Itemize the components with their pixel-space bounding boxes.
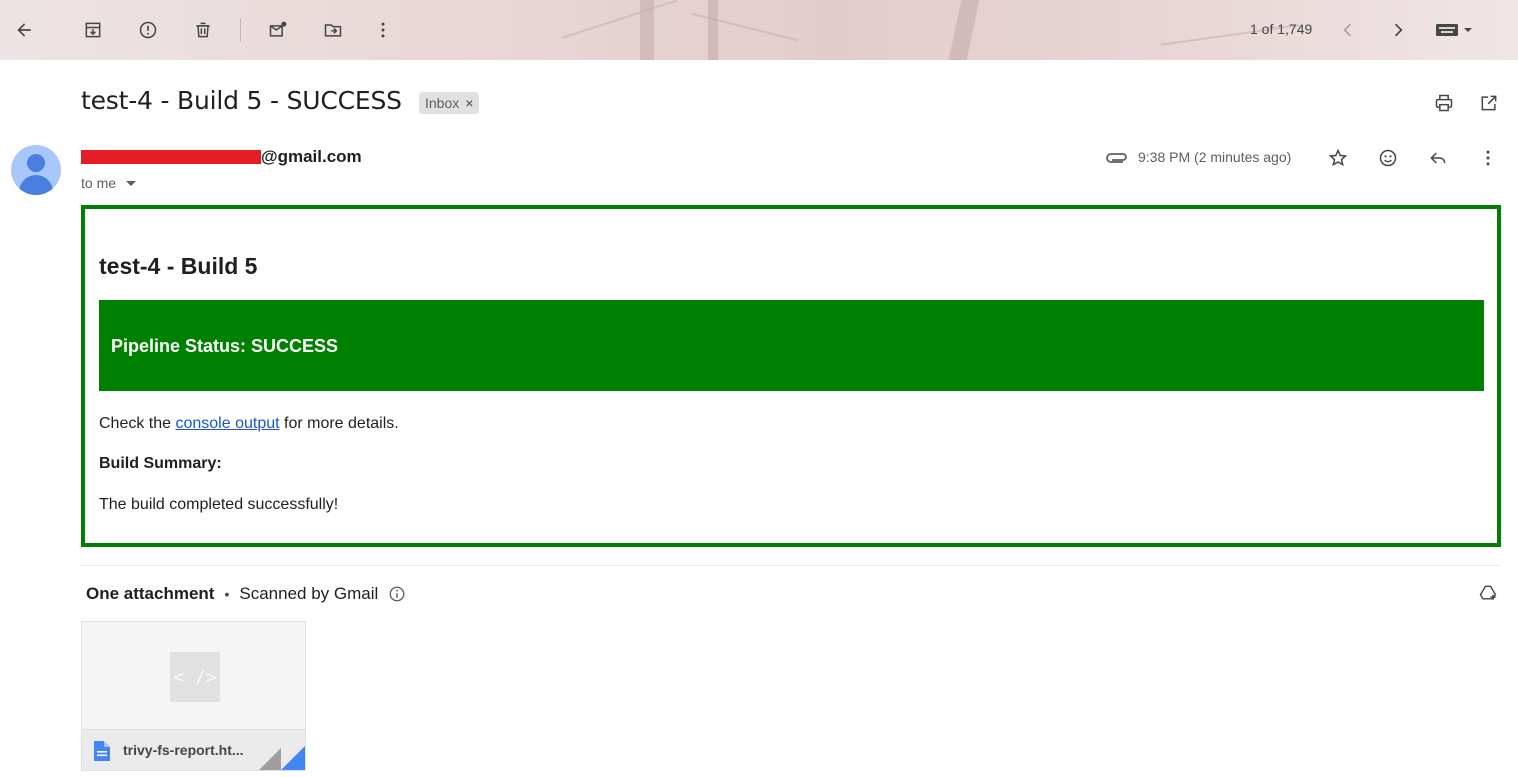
attachment-file-name: trivy-fs-report.ht... — [123, 742, 244, 758]
delete-icon — [196, 22, 210, 38]
input-tools-button[interactable] — [1430, 14, 1478, 46]
back-button[interactable] — [8, 14, 40, 46]
open-new-window-button[interactable] — [1475, 89, 1503, 117]
avatar-body — [19, 175, 53, 195]
toolbar: 1 of 1,749 — [0, 0, 1518, 60]
star-icon — [1328, 148, 1348, 167]
message-counter: 1 of 1,749 — [1250, 21, 1313, 37]
toolbar-divider — [240, 18, 241, 42]
email-time: 9:38 PM (2 minutes ago) — [1138, 149, 1292, 165]
label-chip-inbox[interactable]: Inbox × — [419, 92, 480, 114]
newer-button[interactable] — [1332, 14, 1364, 46]
chevron-right-icon — [1394, 23, 1403, 37]
attachment-card[interactable]: < /> trivy-fs-report.ht... — [81, 621, 306, 771]
chevron-down-icon — [126, 180, 137, 186]
background-branch — [562, 0, 678, 39]
mark-unread-button[interactable] — [262, 14, 294, 46]
email-body: test-4 - Build 5 Pipeline Status: SUCCES… — [81, 205, 1501, 547]
message-more-button[interactable] — [1474, 144, 1502, 172]
sender-email[interactable]: @gmail.com — [81, 147, 362, 167]
sender-avatar[interactable] — [11, 145, 61, 195]
older-button[interactable] — [1382, 14, 1414, 46]
back-arrow-icon — [17, 23, 31, 37]
avatar-head — [27, 154, 45, 172]
corner-fold — [281, 746, 305, 770]
keyboard-icon — [1436, 24, 1472, 36]
more-vert-icon — [381, 22, 385, 38]
open-in-new-icon — [1481, 95, 1497, 111]
move-to-icon — [324, 24, 342, 37]
body-title: test-4 - Build 5 — [99, 253, 258, 279]
recipient-details[interactable]: to me — [81, 175, 137, 191]
status-banner: Pipeline Status: SUCCESS — [99, 300, 1484, 391]
background-tree — [948, 0, 980, 60]
attachments-divider — [81, 565, 1501, 566]
star-button[interactable] — [1324, 144, 1352, 172]
redaction-bar — [81, 150, 261, 164]
email-subject: test-4 - Build 5 - SUCCESS — [81, 86, 402, 115]
code-file-icon: < /> — [170, 652, 220, 702]
sender-email-suffix: @gmail.com — [261, 147, 362, 166]
chevron-left-icon — [1343, 23, 1352, 37]
remove-label-button[interactable]: × — [465, 95, 473, 111]
archive-button[interactable] — [77, 14, 109, 46]
document-icon — [94, 741, 110, 761]
console-line-prefix: Check the — [99, 415, 176, 432]
build-summary-heading: Build Summary: — [99, 455, 222, 472]
separator-dot: • — [224, 586, 230, 602]
label-text: Inbox — [425, 95, 460, 111]
report-spam-icon — [139, 21, 157, 39]
attachments-header: One attachment • Scanned by Gmail — [86, 584, 406, 604]
reply-button[interactable] — [1424, 144, 1452, 172]
emoji-icon — [1379, 149, 1397, 167]
print-all-button[interactable] — [1430, 89, 1458, 117]
add-to-drive-icon — [1479, 585, 1497, 600]
add-to-drive-button[interactable] — [1474, 579, 1502, 607]
reply-icon — [1430, 152, 1446, 164]
info-icon[interactable] — [388, 585, 406, 603]
emoji-reaction-button[interactable] — [1374, 144, 1402, 172]
print-icon — [1435, 94, 1453, 112]
corner-fold-shadow — [259, 748, 281, 770]
console-line-suffix: for more details. — [279, 415, 399, 432]
background-tree — [708, 0, 718, 60]
more-options-button[interactable] — [367, 14, 399, 46]
build-summary-text: The build completed successfully! — [99, 496, 339, 513]
attachment-preview: < /> — [82, 622, 305, 729]
mark-unread-icon — [269, 21, 287, 37]
move-to-button[interactable] — [317, 14, 349, 46]
archive-icon — [85, 22, 101, 38]
scanned-label: Scanned by Gmail — [239, 584, 379, 603]
more-vert-icon — [1486, 150, 1490, 166]
pipeline-status: Pipeline Status: SUCCESS — [111, 336, 339, 356]
recipient-text: to me — [81, 175, 117, 191]
report-spam-button[interactable] — [132, 14, 164, 46]
console-output-link[interactable]: console output — [175, 415, 279, 432]
delete-button[interactable] — [187, 14, 219, 46]
attachments-count: One attachment — [86, 584, 215, 603]
console-line: Check the console output for more detail… — [99, 415, 399, 433]
attachment-icon — [1106, 153, 1127, 163]
